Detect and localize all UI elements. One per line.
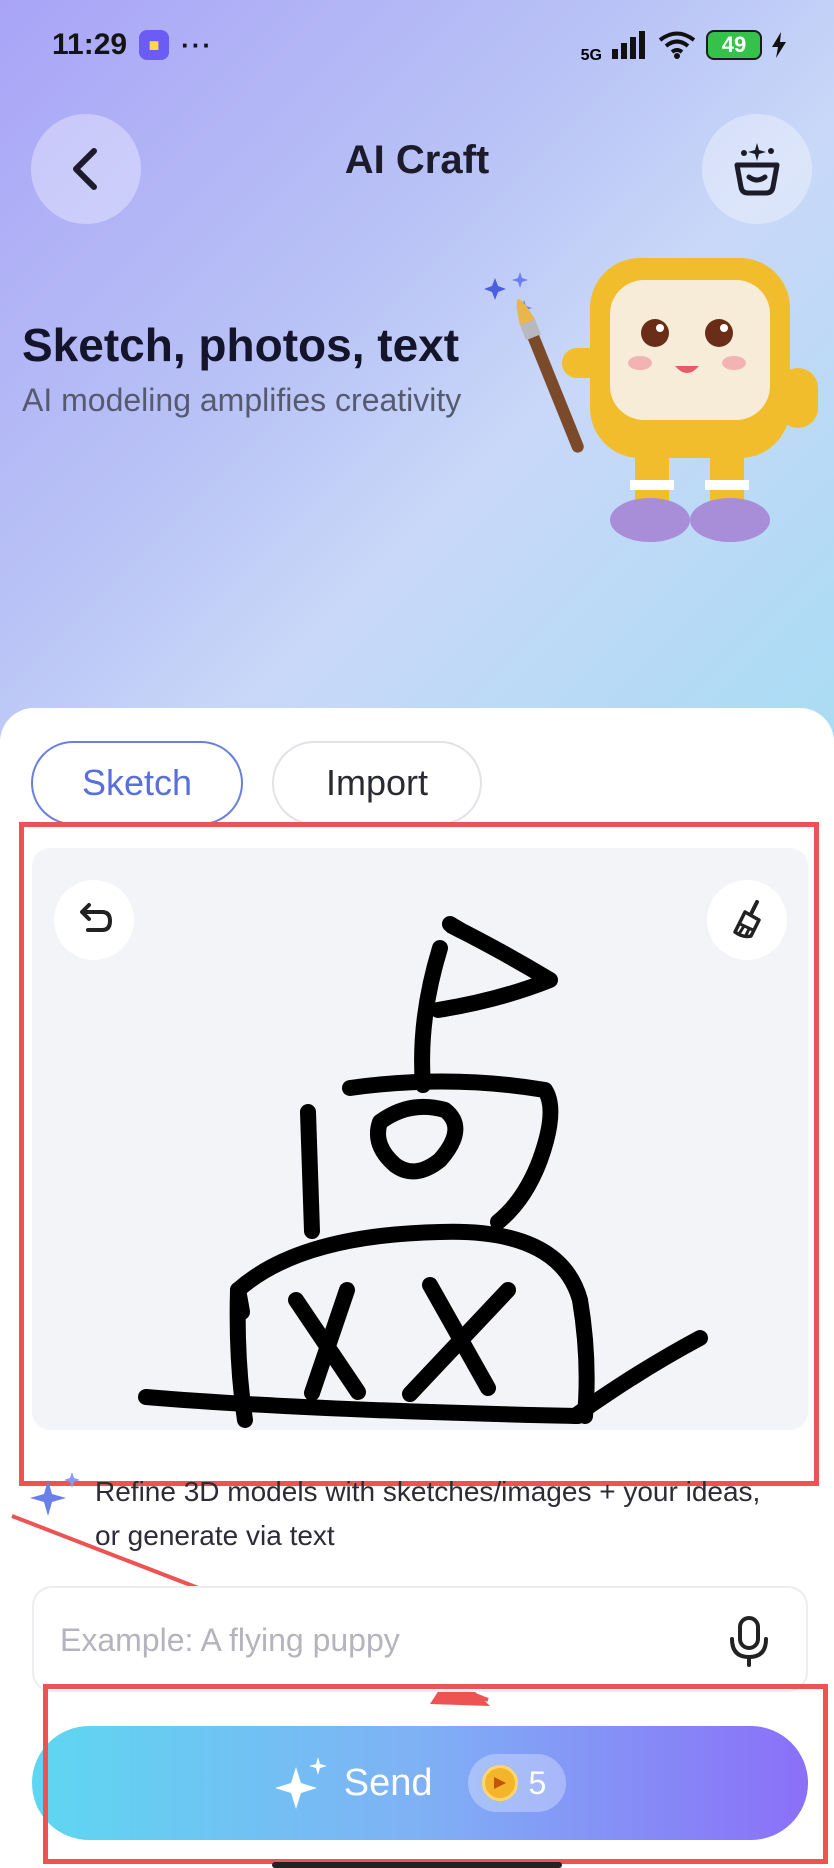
mascot-illustration (484, 258, 818, 542)
home-indicator (272, 1862, 562, 1868)
app-notification-icon: ■ (139, 30, 170, 60)
sketch-canvas[interactable] (32, 848, 808, 1430)
microphone-icon (730, 1616, 768, 1667)
broom-icon (733, 900, 761, 939)
network-type: 5G (580, 47, 602, 64)
wifi-icon (658, 31, 696, 59)
voice-input-button[interactable] (720, 1612, 778, 1670)
more-notifications-icon: ··· (181, 29, 214, 60)
my-creations-button[interactable] (702, 114, 812, 224)
status-bar: 11:29 ■ ··· 5G 49 (0, 0, 834, 90)
magic-basket-icon (734, 143, 780, 196)
undo-button[interactable] (54, 880, 134, 960)
hero-heading: Sketch, photos, text (22, 319, 460, 371)
status-time: 11:29 (52, 28, 128, 61)
hero-subheading: AI modeling amplifies creativity (22, 382, 462, 418)
credit-cost-badge: 5 (468, 1754, 567, 1812)
prompt-box (32, 1586, 808, 1692)
prompt-input[interactable] (60, 1612, 700, 1668)
send-label: Send (343, 1761, 433, 1804)
credit-cost: 5 (528, 1764, 547, 1801)
undo-icon (80, 903, 113, 932)
signal-icon (612, 31, 645, 59)
sparkle-icon (274, 1757, 327, 1809)
tab-import[interactable]: Import (272, 741, 482, 825)
status-left: 11:29 ■ ··· (52, 28, 213, 62)
charging-icon (772, 32, 786, 58)
clear-canvas-button[interactable] (707, 880, 787, 960)
tab-sketch[interactable]: Sketch (31, 741, 243, 825)
status-right: 5G 49 (581, 25, 786, 65)
battery-indicator: 49 (706, 30, 762, 60)
coin-icon (482, 1765, 519, 1801)
hint-text: Refine 3D models with sketches/images + … (95, 1476, 761, 1551)
sparkle-icon (30, 1472, 80, 1516)
send-button[interactable]: Send 5 (32, 1726, 808, 1840)
